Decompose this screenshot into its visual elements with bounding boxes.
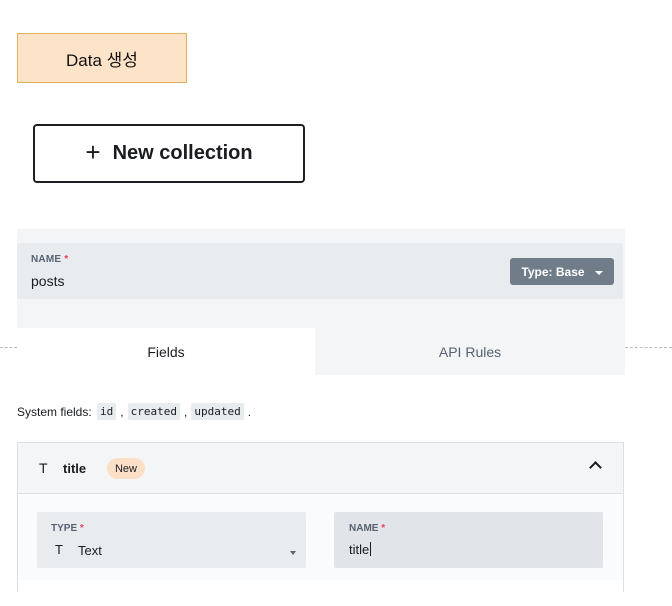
- divider: [0, 347, 17, 348]
- field-name-value[interactable]: title: [349, 542, 372, 557]
- system-field-created: created: [127, 403, 180, 420]
- new-collection-button[interactable]: + New collection: [33, 124, 305, 183]
- field-type-value: Text: [78, 543, 102, 558]
- collection-name-value[interactable]: posts: [31, 273, 64, 289]
- collection-name-caption: NAME *: [31, 254, 69, 265]
- field-name-input[interactable]: NAME * title: [334, 512, 603, 568]
- period: .: [247, 404, 252, 419]
- system-field-id: id: [97, 403, 117, 420]
- field-name-caption: NAME *: [349, 523, 386, 534]
- tab-api-rules[interactable]: API Rules: [315, 328, 625, 375]
- required-mark: *: [64, 254, 69, 265]
- separator: ,: [184, 404, 188, 419]
- divider: [625, 347, 672, 348]
- collection-type-button[interactable]: Type: Base: [510, 258, 614, 285]
- text-cursor: [370, 542, 372, 556]
- required-mark: *: [79, 523, 84, 534]
- tab-fields[interactable]: Fields: [17, 328, 315, 375]
- system-fields-prefix: System fields:: [17, 404, 92, 419]
- text-type-icon: T: [55, 542, 63, 557]
- data-create-label: Data 생성: [17, 33, 187, 83]
- text-type-icon: T: [39, 460, 48, 476]
- field-title: title: [63, 461, 87, 476]
- system-field-updated: updated: [191, 403, 244, 420]
- field-type-select[interactable]: TYPE * T Text: [37, 512, 306, 568]
- new-collection-label: New collection: [112, 142, 253, 164]
- collection-type-label: Type: Base: [521, 264, 585, 279]
- new-badge: New: [107, 458, 145, 479]
- separator: ,: [120, 404, 124, 419]
- dropdown-arrow-icon: [290, 551, 296, 555]
- caret-down-icon: [594, 270, 603, 275]
- required-mark: *: [381, 523, 386, 534]
- plus-icon: +: [85, 137, 101, 167]
- system-fields-note: System fields: id , created , updated .: [17, 403, 253, 420]
- field-type-caption: TYPE *: [51, 523, 84, 534]
